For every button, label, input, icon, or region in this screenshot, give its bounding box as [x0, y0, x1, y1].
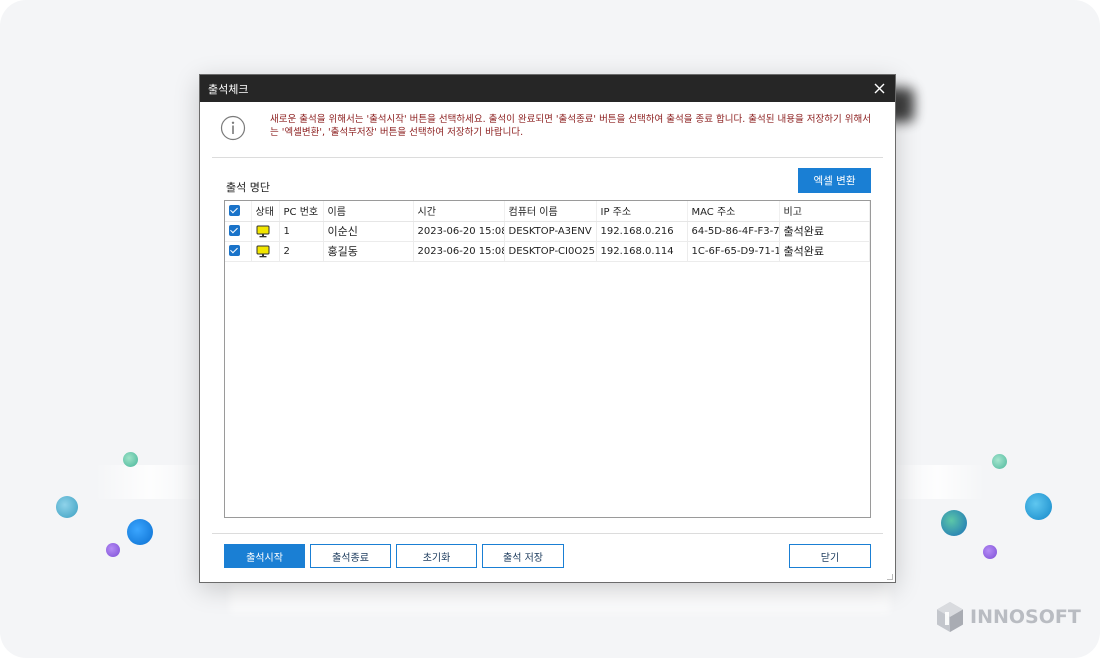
- save-attendance-button[interactable]: 출석 저장: [482, 544, 564, 568]
- resize-grip[interactable]: [887, 574, 893, 580]
- select-all-checkbox[interactable]: [225, 201, 252, 222]
- background-decoration: [890, 465, 985, 499]
- divider: [212, 157, 883, 158]
- computer-cell: DESKTOP-CI0O25: [504, 241, 597, 262]
- table-header: 상태 PC 번호 이름 시간 컴퓨터 이름 IP 주소 MAC 주소 비고: [225, 201, 870, 222]
- attendance-table[interactable]: 상태 PC 번호 이름 시간 컴퓨터 이름 IP 주소 MAC 주소 비고 1 …: [224, 200, 871, 518]
- pc-no-cell: 1: [279, 221, 324, 242]
- mac-cell: 64-5D-86-4F-F3-7: [687, 221, 780, 242]
- window-title: 출석체크: [208, 82, 249, 96]
- header-mac[interactable]: MAC 주소: [687, 201, 780, 222]
- row-checkbox[interactable]: [225, 221, 252, 242]
- monitor-icon: [256, 245, 269, 257]
- divider: [212, 533, 883, 534]
- ip-cell: 192.168.0.216: [596, 221, 688, 242]
- time-cell: 2023-06-20 15:08: [413, 241, 505, 262]
- start-attendance-button[interactable]: 출석시작: [224, 544, 305, 568]
- computer-cell: DESKTOP-A3ENV: [504, 221, 597, 242]
- note-cell: 출석완료: [779, 221, 870, 242]
- header-pc-no[interactable]: PC 번호: [279, 201, 324, 222]
- close-button[interactable]: 닫기: [789, 544, 871, 568]
- info-icon: [220, 115, 246, 141]
- time-cell: 2023-06-20 15:08: [413, 221, 505, 242]
- row-checkbox[interactable]: [225, 241, 252, 262]
- decorative-dot: [56, 496, 78, 518]
- ip-cell: 192.168.0.114: [596, 241, 688, 262]
- notice-text: 새로운 출석을 위해서는 '출석시작' 버튼을 선택하세요. 출석이 완료되면 …: [270, 114, 871, 138]
- section-label: 출석 명단: [226, 181, 270, 194]
- decorative-dot: [941, 510, 967, 536]
- brand-logo: INNOSOFT: [936, 600, 1081, 634]
- decorative-dot: [992, 454, 1007, 469]
- pc-no-cell: 2: [279, 241, 324, 262]
- logo-mark-icon: [937, 602, 963, 632]
- name-cell: 홍길동: [323, 241, 414, 262]
- background-decoration: [95, 465, 205, 499]
- brand-name: INNOSOFT: [970, 606, 1081, 628]
- excel-export-button[interactable]: 엑셀 변환: [798, 168, 871, 193]
- status-cell: [251, 221, 280, 242]
- decorative-dot: [1025, 493, 1052, 520]
- decorative-dot: [983, 545, 997, 559]
- decorative-dot: [123, 452, 138, 467]
- header-time[interactable]: 시간: [413, 201, 505, 222]
- mac-cell: 1C-6F-65-D9-71-1: [687, 241, 780, 262]
- header-computer[interactable]: 컴퓨터 이름: [504, 201, 597, 222]
- attendance-dialog: 출석체크 새로운 출석을 위해서는 '출석시작' 버튼을 선택하세요. 출석이 …: [199, 74, 896, 583]
- table-row[interactable]: 2 홍길동 2023-06-20 15:08 DESKTOP-CI0O25 19…: [225, 241, 870, 262]
- background-decoration: [230, 583, 890, 613]
- table-row[interactable]: 1 이순신 2023-06-20 15:08 DESKTOP-A3ENV 192…: [225, 221, 870, 242]
- header-note[interactable]: 비고: [779, 201, 870, 222]
- decorative-dot: [127, 519, 153, 545]
- name-cell: 이순신: [323, 221, 414, 242]
- header-ip[interactable]: IP 주소: [596, 201, 688, 222]
- note-cell: 출석완료: [779, 241, 870, 262]
- header-name[interactable]: 이름: [323, 201, 414, 222]
- close-icon[interactable]: [871, 81, 887, 97]
- header-status[interactable]: 상태: [251, 201, 280, 222]
- reset-button[interactable]: 초기화: [396, 544, 477, 568]
- status-cell: [251, 241, 280, 262]
- title-bar[interactable]: 출석체크: [200, 75, 895, 102]
- decorative-dot: [106, 543, 120, 557]
- notice-area: 새로운 출석을 위해서는 '출석시작' 버튼을 선택하세요. 출석이 완료되면 …: [220, 113, 875, 153]
- monitor-icon: [256, 225, 269, 237]
- end-attendance-button[interactable]: 출석종료: [310, 544, 391, 568]
